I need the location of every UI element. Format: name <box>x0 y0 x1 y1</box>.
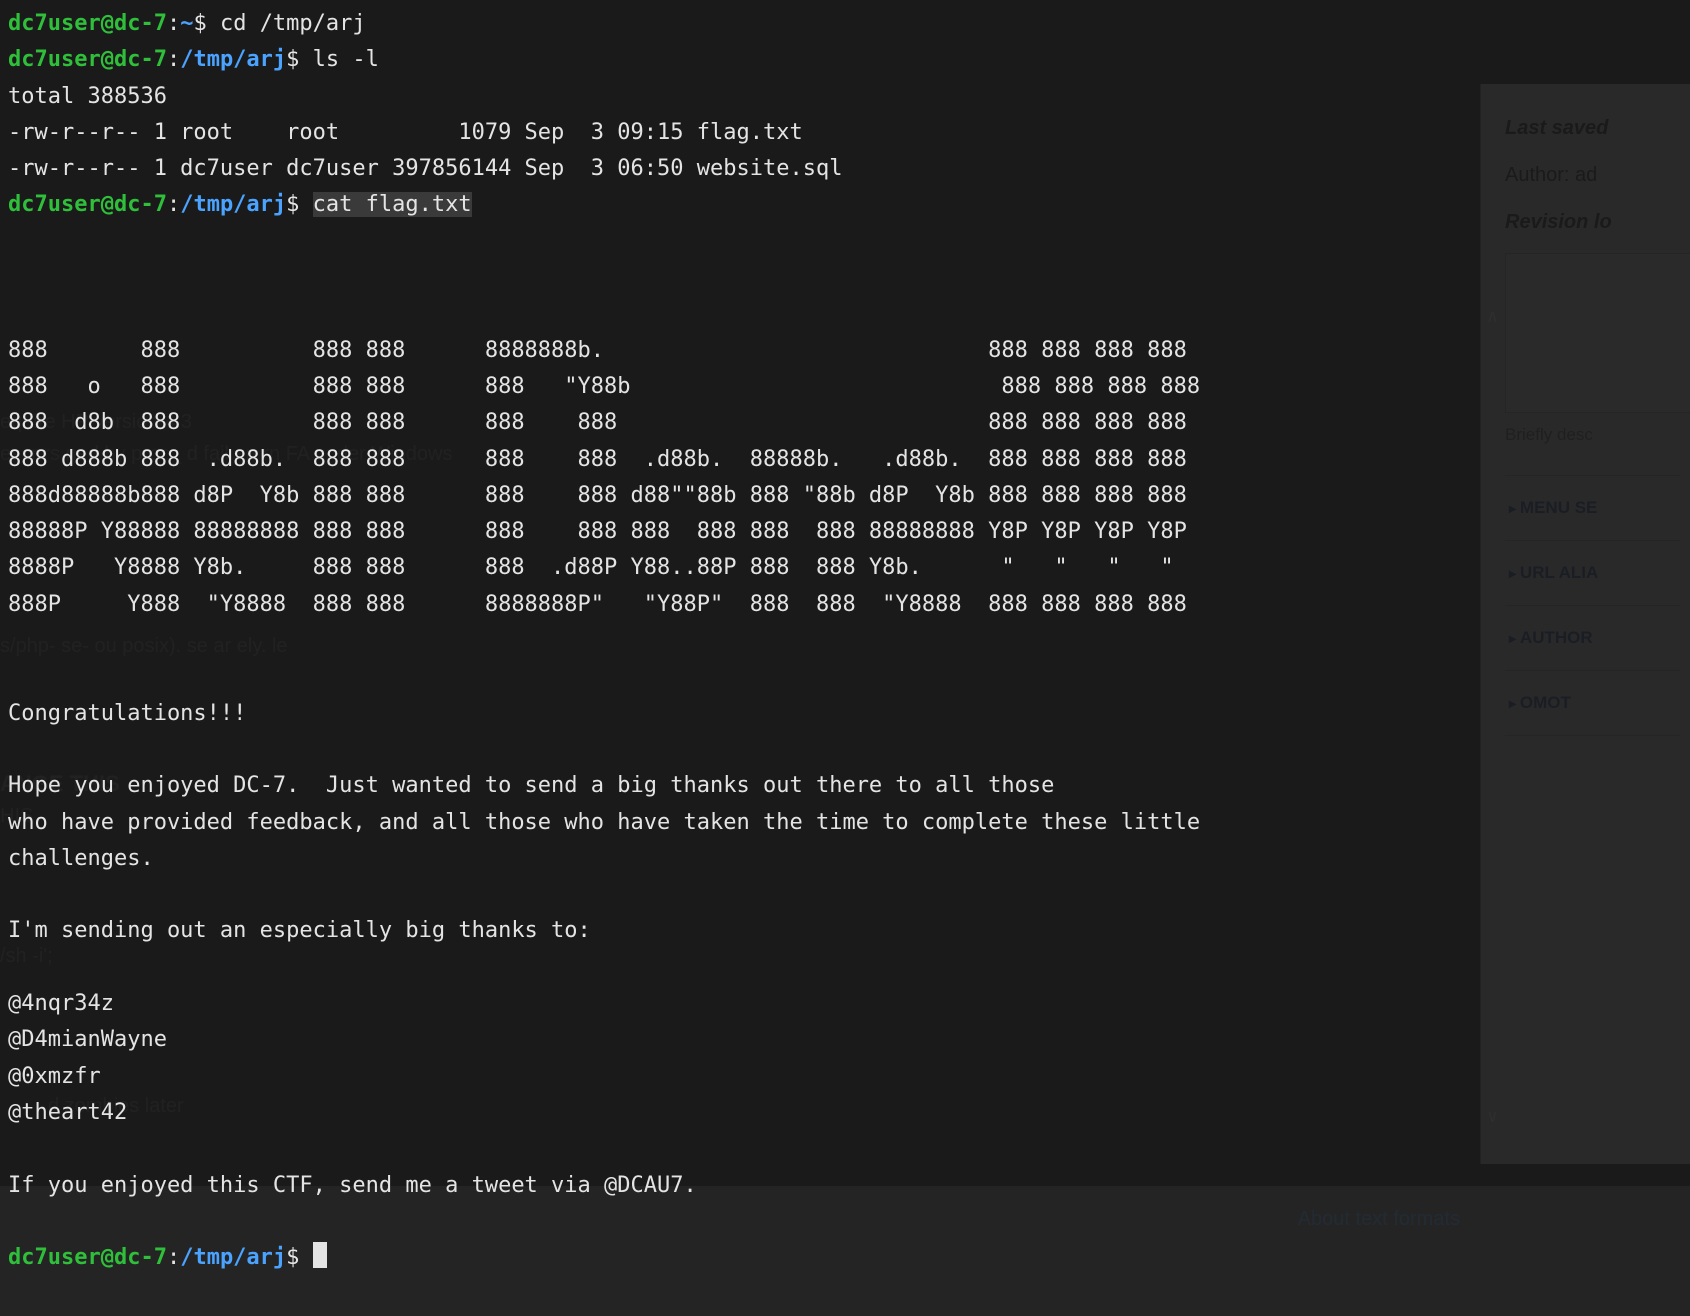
flag-banner-line: 888 888 888 888 8888888b. 888 888 888 88… <box>8 338 1187 363</box>
cmd-cd: cd /tmp/arj <box>220 11 366 36</box>
flag-banner-line: 8888P Y8888 Y8b. 888 888 888 .d88P Y88..… <box>8 555 1187 580</box>
flag-banner-line: 888 d888b 888 .d88b. 888 888 888 888 .d8… <box>8 447 1187 472</box>
terminal[interactable]: dc7user@dc-7:~$ cd /tmp/arj dc7user@dc-7… <box>0 0 1690 1316</box>
flag-body-line: @theart42 <box>8 1100 127 1125</box>
ls-total: total 388536 <box>8 84 167 109</box>
flag-body-line: I'm sending out an especially big thanks… <box>8 918 591 943</box>
prompt-sigil: $ <box>286 1245 299 1270</box>
flag-banner-line: 888P Y888 "Y8888 888 888 8888888P" "Y88P… <box>8 592 1187 617</box>
flag-banner-line: 888d88888b888 d8P Y8b 888 888 888 888 d8… <box>8 483 1187 508</box>
prompt-user-host: dc7user@dc-7 <box>8 192 167 217</box>
flag-body-line: @0xmzfr <box>8 1064 101 1089</box>
ls-row-flag: -rw-r--r-- 1 root root 1079 Sep 3 09:15 … <box>8 120 803 145</box>
flag-body-line: who have provided feedback, and all thos… <box>8 810 1200 835</box>
cmd-ls: ls -l <box>313 47 379 72</box>
flag-body-line: If you enjoyed this CTF, send me a tweet… <box>8 1173 697 1198</box>
flag-banner-line: 888 d8b 888 888 888 888 888 888 888 888 … <box>8 410 1187 435</box>
flag-banner-line: 888 o 888 888 888 888 "Y88b 888 888 888 … <box>8 374 1200 399</box>
flag-body-line: @D4mianWayne <box>8 1027 167 1052</box>
flag-banner-line: 88888P Y88888 88888888 888 888 888 888 8… <box>8 519 1187 544</box>
cmd-cat: cat flag.txt <box>313 192 472 217</box>
prompt-path: /tmp/arj <box>180 47 286 72</box>
prompt-sigil: $ <box>193 11 206 36</box>
flag-body-line: challenges. <box>8 846 154 871</box>
terminal-cursor[interactable] <box>313 1242 327 1268</box>
prompt-sigil: $ <box>286 192 299 217</box>
prompt-path: /tmp/arj <box>180 192 286 217</box>
flag-body-line: Congratulations!!! <box>8 701 246 726</box>
prompt-user-host: dc7user@dc-7 <box>8 1245 167 1270</box>
prompt-user-host: dc7user@dc-7 <box>8 11 167 36</box>
prompt-path-home: ~ <box>180 11 193 36</box>
prompt-sigil: $ <box>286 47 299 72</box>
prompt-path: /tmp/arj <box>180 1245 286 1270</box>
flag-body-line: @4nqr34z <box>8 991 114 1016</box>
flag-body-line: Hope you enjoyed DC-7. Just wanted to se… <box>8 773 1054 798</box>
prompt-user-host: dc7user@dc-7 <box>8 47 167 72</box>
ls-row-website: -rw-r--r-- 1 dc7user dc7user 397856144 S… <box>8 156 842 181</box>
